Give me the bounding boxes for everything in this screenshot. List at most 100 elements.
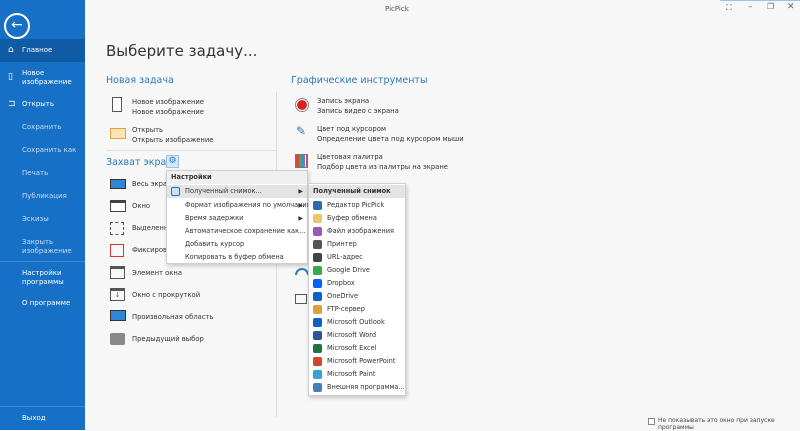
submenu-item-external-program[interactable]: Внешняя программа... (309, 381, 405, 394)
folder-icon: ⊐ (8, 99, 16, 109)
menu-item-add-cursor[interactable]: Добавить курсор (167, 238, 307, 251)
menu-item-autosave[interactable]: Автоматическое сохранение как... (167, 225, 307, 238)
menu-item-image-format[interactable]: Формат изображения по умолчанию ▶ (167, 199, 312, 212)
excel-icon (313, 344, 322, 353)
open-folder-icon (110, 128, 126, 139)
sidebar-item-about[interactable]: О программе (22, 299, 70, 308)
sidebar-item-settings[interactable]: Настройки программы (22, 269, 72, 287)
sidebar-item-close-image[interactable]: Закрыть изображение (22, 238, 72, 256)
menu-item-delay[interactable]: Время задержки ▶ (167, 212, 307, 225)
new-image-sub: Новое изображение (132, 108, 204, 116)
submenu-item-url[interactable]: URL-адрес (309, 251, 405, 264)
submenu-item-ftp[interactable]: FTP-сервер (309, 303, 405, 316)
sidebar-item-exit[interactable]: Выход (22, 414, 46, 423)
submenu-item-powerpoint[interactable]: Microsoft PowerPoint (309, 355, 405, 368)
submenu-arrow-icon: ▶ (298, 215, 303, 222)
freehand-icon (110, 310, 126, 321)
sidebar-item-home[interactable]: Главное (22, 46, 52, 55)
palette-sub: Подбор цвета из палитры на экране (317, 163, 448, 171)
submenu-item-label: Редактор PicPick (327, 201, 385, 209)
graphics-heading: Графические инструменты (291, 75, 428, 86)
submenu-item-onedrive[interactable]: OneDrive (309, 290, 405, 303)
open-title: Открыть (132, 126, 164, 134)
submenu-item-outlook[interactable]: Microsoft Outlook (309, 316, 405, 329)
submenu-item-printer[interactable]: Принтер (309, 238, 405, 251)
title-accent (720, 0, 800, 1)
region-capture-icon (110, 222, 124, 235)
sidebar-divider (0, 261, 85, 262)
submenu-item-label: FTP-сервер (327, 305, 365, 313)
submenu-item-label: Microsoft Outlook (327, 318, 385, 326)
home-icon: ⌂ (8, 45, 14, 55)
capture-item-scroll[interactable]: Окно с прокруткой (132, 290, 200, 300)
sidebar-item-save-as[interactable]: Сохранить как (22, 146, 76, 155)
sidebar-item-publish[interactable]: Публикация (22, 192, 67, 201)
restore-icon[interactable]: ❐ (767, 2, 774, 11)
external-program-icon (313, 383, 322, 392)
powerpoint-icon (313, 357, 322, 366)
ftp-icon (313, 305, 322, 314)
color-picker-sub: Определение цвета под курсором мыши (317, 135, 464, 143)
submenu-item-image-file[interactable]: Файл изображения (309, 225, 405, 238)
sidebar-item-thumbnails[interactable]: Эскизы (22, 215, 49, 224)
submenu-item-label: Microsoft Word (327, 331, 377, 339)
submenu-item-dropbox[interactable]: Dropbox (309, 277, 405, 290)
submenu-item-label: Файл изображения (327, 227, 394, 235)
minimize-icon[interactable]: – (748, 2, 753, 12)
sidebar-item-open[interactable]: Открыть (22, 100, 54, 109)
close-icon[interactable]: ✕ (787, 2, 795, 12)
capture-item-freehand[interactable]: Произвольная область (132, 312, 214, 322)
submenu-item-paint[interactable]: Microsoft Paint (309, 368, 405, 381)
captured-image-icon (171, 187, 180, 196)
image-file-icon (313, 227, 322, 236)
new-task-heading: Новая задача (106, 75, 174, 86)
clipboard-icon (313, 214, 322, 223)
submenu-item-picpick-editor[interactable]: Редактор PicPick (309, 199, 405, 212)
graphics-item-record[interactable]: Запись экрана Запись видео с экрана (317, 96, 399, 116)
menu-item-captured-image[interactable]: Полученный снимок... ▶ (167, 185, 307, 198)
sidebar: ← ⌂ Главное ▯ Новое изображение ⊐ Открыт… (0, 0, 85, 430)
back-button[interactable]: ← (4, 13, 30, 39)
sidebar-item-new-image[interactable]: Новое изображение (22, 69, 77, 87)
fullscreen-capture-icon (110, 179, 126, 189)
submenu-item-label: Принтер (327, 240, 357, 248)
capture-settings-gear-icon[interactable]: ⚙ (166, 155, 179, 168)
palette-title: Цветовая палитра (317, 153, 383, 161)
submenu-item-label: Внешняя программа... (327, 383, 405, 391)
submenu-item-word[interactable]: Microsoft Word (309, 329, 405, 342)
fullscreen-icon[interactable]: ⛶ (726, 3, 732, 13)
window-capture-icon (110, 200, 126, 212)
page-title: Выберите задачу... (106, 42, 258, 60)
graphics-item-palette[interactable]: Цветовая палитра Подбор цвета из палитры … (317, 152, 448, 172)
submenu-item-label: Microsoft PowerPoint (327, 357, 396, 365)
new-image-title: Новое изображение (132, 98, 204, 106)
submenu-item-label: URL-адрес (327, 253, 363, 261)
settings-menu: Настройки Полученный снимок... ▶ Формат и… (166, 170, 312, 264)
open-item[interactable]: Открыть Открыть изображение (132, 125, 213, 145)
submenu-item-google-drive[interactable]: Google Drive (309, 264, 405, 277)
capture-item-window-element[interactable]: Элемент окна (132, 268, 182, 278)
dont-show-checkbox[interactable] (648, 418, 655, 425)
submenu-arrow-icon: ▶ (298, 202, 303, 209)
dropbox-icon (313, 279, 322, 288)
submenu-item-clipboard[interactable]: Буфер обмена (309, 212, 405, 225)
fixed-region-icon (110, 244, 124, 257)
record-title: Запись экрана (317, 97, 370, 105)
palette-icon (295, 154, 308, 168)
settings-menu-header: Настройки (167, 171, 307, 184)
sidebar-item-print[interactable]: Печать (22, 169, 48, 178)
capture-item-window[interactable]: Окно (132, 201, 150, 211)
submenu-item-label: Буфер обмена (327, 214, 377, 222)
new-image-item[interactable]: Новое изображение Новое изображение (132, 97, 204, 117)
google-drive-icon (313, 266, 322, 275)
sidebar-divider (0, 406, 85, 407)
submenu-header: Полученный снимок (309, 185, 405, 198)
paint-icon (313, 370, 322, 379)
menu-item-copy-clipboard[interactable]: Копировать в буфер обмена (167, 251, 307, 264)
graphics-item-color-picker[interactable]: Цвет под курсором Определение цвета под к… (317, 124, 464, 144)
printer-icon (313, 240, 322, 249)
capture-item-previous[interactable]: Предыдущий выбор (132, 334, 204, 344)
submenu-item-excel[interactable]: Microsoft Excel (309, 342, 405, 355)
submenu-item-label: Google Drive (327, 266, 370, 274)
sidebar-item-save[interactable]: Сохранить (22, 123, 61, 132)
